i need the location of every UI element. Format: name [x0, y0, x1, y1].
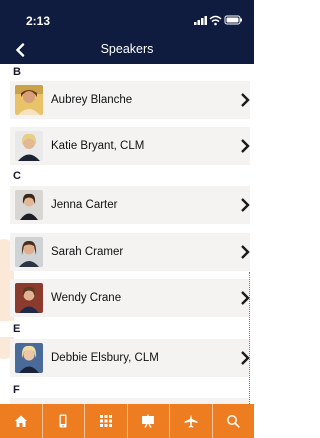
- speaker-row-katie-bryant[interactable]: Katie Bryant, CLM: [10, 127, 250, 165]
- plane-icon: [184, 414, 198, 428]
- section-header-f: F: [0, 382, 254, 398]
- speaker-name: Aubrey Blanche: [51, 94, 133, 106]
- presentation-icon: [142, 414, 155, 428]
- battery-icon: [224, 15, 242, 25]
- tab-search[interactable]: [213, 404, 255, 438]
- speaker-name: Wendy Crane: [51, 292, 122, 304]
- tab-presentation[interactable]: [128, 404, 170, 438]
- tab-bar: [0, 404, 254, 438]
- tab-grid[interactable]: [85, 404, 128, 438]
- speaker-row-sarah-cramer[interactable]: Sarah Cramer: [10, 233, 250, 271]
- section-header-b: B: [0, 64, 254, 80]
- speaker-name: Debbie Elsbury, CLM: [51, 352, 159, 364]
- avatar: [15, 85, 43, 115]
- section-header-c: C: [0, 168, 254, 184]
- home-icon: [14, 415, 27, 427]
- phone-icon: [59, 414, 67, 428]
- avatar: [15, 190, 43, 220]
- speaker-row-jenna-carter[interactable]: Jenna Carter: [10, 186, 250, 224]
- section-header-e: E: [0, 321, 254, 337]
- speaker-list[interactable]: B Aubrey Blanche Katie Bryant, CLM C Jen…: [0, 64, 254, 404]
- grid-icon: [99, 415, 112, 427]
- speaker-row-debbie-elsbury[interactable]: Debbie Elsbury, CLM: [10, 339, 250, 377]
- speaker-name: Sarah Cramer: [51, 246, 124, 258]
- chevron-right-icon: [241, 139, 250, 153]
- chevron-left-icon: [15, 43, 25, 57]
- chevron-right-icon: [241, 93, 250, 107]
- speaker-row-wendy-crane[interactable]: Wendy Crane: [10, 279, 250, 317]
- speaker-name: Katie Bryant, CLM: [51, 140, 145, 152]
- status-time: 2:13: [26, 14, 51, 28]
- status-icons: [194, 15, 242, 26]
- avatar: [15, 237, 43, 267]
- speaker-name: Jenna Carter: [51, 199, 118, 211]
- chevron-right-icon: [241, 245, 250, 259]
- tab-plane[interactable]: [170, 404, 213, 438]
- tab-phone[interactable]: [43, 404, 85, 438]
- chevron-right-icon: [241, 198, 250, 212]
- avatar: [15, 131, 43, 161]
- status-bar: 2:13: [0, 0, 254, 37]
- alphabet-scroll-index[interactable]: [249, 272, 254, 404]
- nav-bar: Speakers: [0, 37, 254, 64]
- avatar: [15, 343, 43, 373]
- avatar: [15, 283, 43, 313]
- search-icon: [227, 415, 240, 428]
- back-button[interactable]: [8, 39, 32, 61]
- speaker-row-aubrey-blanche[interactable]: Aubrey Blanche: [10, 81, 250, 119]
- tab-home[interactable]: [0, 404, 43, 438]
- signal-icon: [194, 16, 207, 25]
- wifi-icon: [209, 15, 222, 26]
- page-title: Speakers: [100, 42, 154, 56]
